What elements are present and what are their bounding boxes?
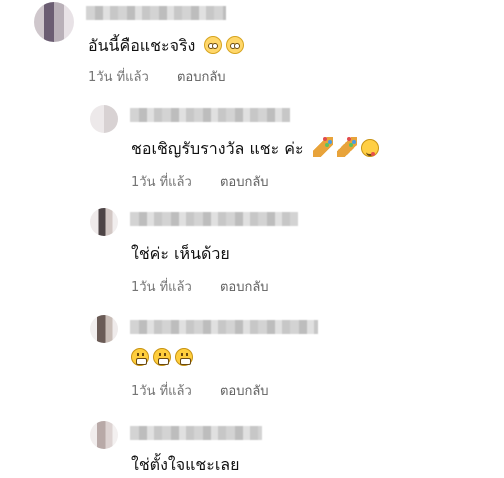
yum-face-icon: [360, 139, 379, 157]
avatar[interactable]: [90, 421, 118, 449]
comment-meta: 1วัน ที่แล้ว ตอบกลับ: [131, 380, 269, 401]
comment-3: ใช่ค่ะ เห็นด้วย 1วัน ที่แล้ว ตอบกลับ: [0, 203, 504, 298]
author-name-blurred[interactable]: [130, 426, 262, 440]
timestamp: 1วัน ที่แล้ว: [88, 70, 149, 85]
comment-2: ชอเชิญรับรางวัล แชะ ค่ะ 1วัน ที่แล้ว ตอบ…: [0, 100, 504, 195]
comment-5: ใช่ตั้งใจแชะเลย: [0, 418, 504, 474]
timestamp: 1วัน ที่แล้ว: [131, 384, 192, 399]
comment-text: ใช่ค่ะ เห็นด้วย: [131, 242, 230, 267]
comment-4: 1วัน ที่แล้ว ตอบกลับ: [0, 312, 504, 407]
comment-text: [131, 348, 193, 367]
flushed-face-icon: [204, 36, 223, 54]
grimacing-face-icon: [131, 348, 149, 366]
reply-button[interactable]: ตอบกลับ: [177, 70, 226, 85]
flushed-face-icon: [226, 36, 245, 54]
avatar[interactable]: [90, 208, 118, 236]
avatar[interactable]: [90, 105, 118, 133]
comment-text-content: อันนี้คือแชะจริง: [88, 36, 196, 55]
comment-meta: 1วัน ที่แล้ว ตอบกลับ: [131, 276, 269, 297]
timestamp: 1วัน ที่แล้ว: [131, 280, 192, 295]
comment-meta: 1วัน ที่แล้ว ตอบกลับ: [131, 171, 269, 192]
author-name-blurred[interactable]: [130, 108, 290, 122]
timestamp: 1วัน ที่แล้ว: [131, 175, 192, 190]
comment-text: ใช่ตั้งใจแชะเลย: [131, 453, 239, 478]
comment-text: ชอเชิญรับรางวัล แชะ ค่ะ: [131, 137, 379, 162]
party-popper-icon: [312, 137, 333, 157]
author-name-blurred[interactable]: [130, 320, 318, 334]
comment-text-content: ชอเชิญรับรางวัล แชะ ค่ะ: [131, 139, 304, 158]
reply-button[interactable]: ตอบกลับ: [220, 280, 269, 295]
comment-text: อันนี้คือแชะจริง: [88, 34, 245, 59]
reply-button[interactable]: ตอบกลับ: [220, 384, 269, 399]
avatar[interactable]: [34, 2, 74, 42]
grimacing-face-icon: [175, 348, 193, 366]
party-popper-icon: [336, 137, 357, 157]
reply-button[interactable]: ตอบกลับ: [220, 175, 269, 190]
comment-text-content: ใช่ค่ะ เห็นด้วย: [131, 244, 230, 263]
avatar[interactable]: [90, 315, 118, 343]
comment-text-content: ใช่ตั้งใจแชะเลย: [131, 455, 240, 474]
comment-1: อันนี้คือแชะจริง 1วัน ที่แล้ว ตอบกลับ: [0, 0, 504, 90]
grimacing-face-icon: [153, 348, 171, 366]
author-name-blurred[interactable]: [130, 212, 298, 226]
comment-meta: 1วัน ที่แล้ว ตอบกลับ: [88, 66, 226, 87]
author-name-blurred[interactable]: [86, 6, 226, 20]
